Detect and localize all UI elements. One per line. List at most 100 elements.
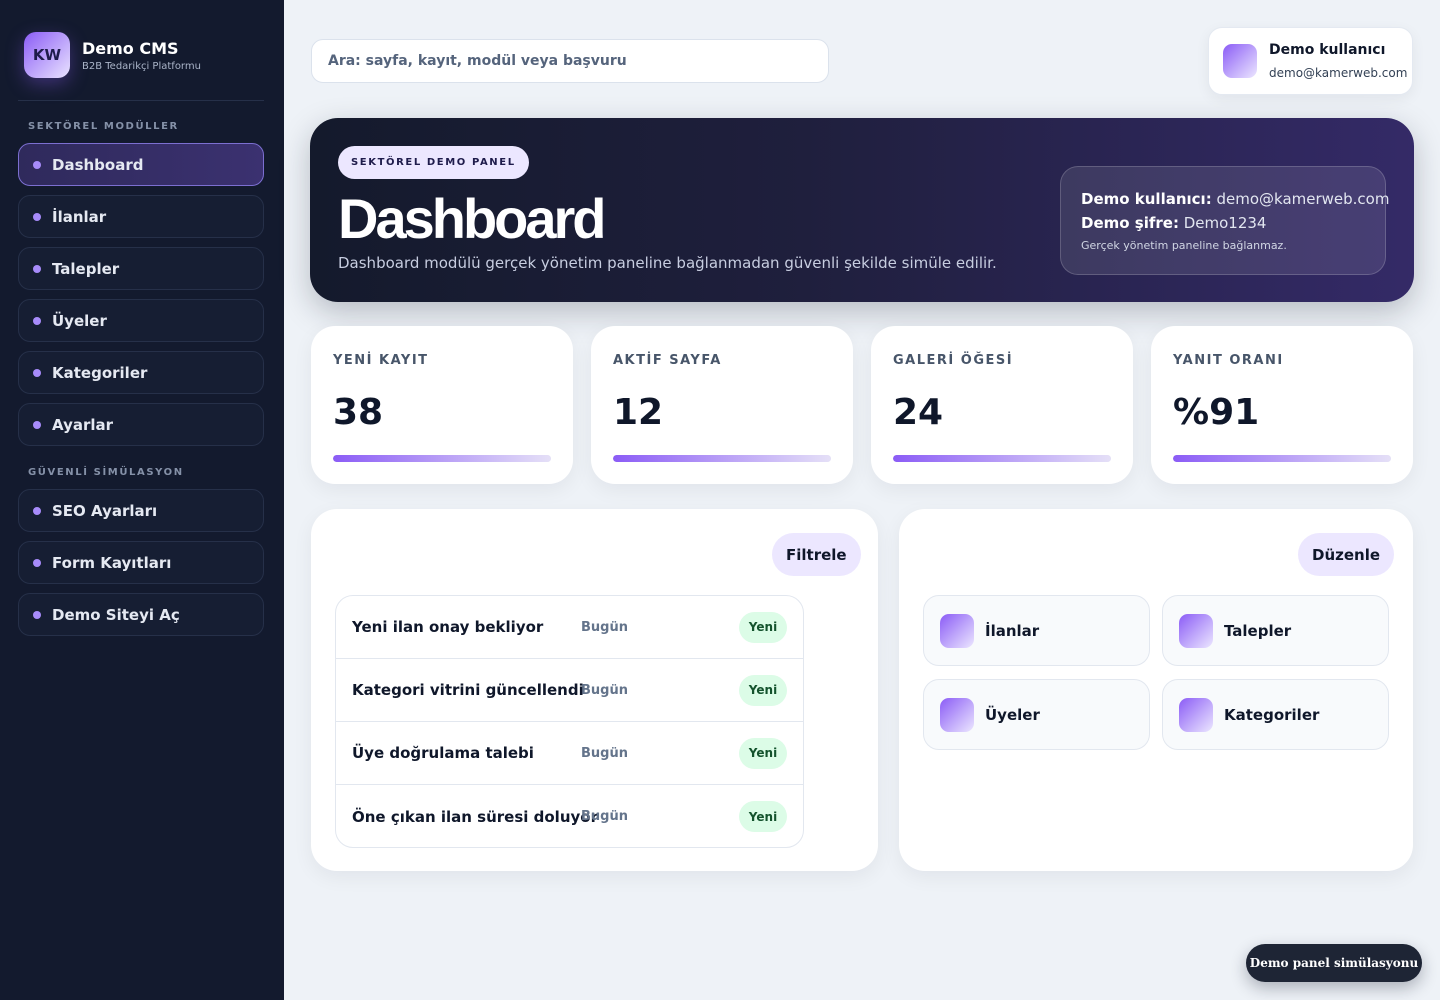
module-icon	[1179, 613, 1213, 648]
demo-note: Gerçek yönetim paneline bağlanmaz.	[1081, 239, 1287, 252]
sidebar-item-ayarlar[interactable]: Ayarlar	[18, 403, 264, 446]
list-item-title: Yeni ilan onay bekliyor	[352, 618, 544, 636]
sidebar-item-uyeler[interactable]: Üyeler	[18, 299, 264, 342]
list-item-date: Bugün	[581, 809, 628, 824]
demo-simulation-badge[interactable]: Demo panel simülasyonu	[1246, 944, 1422, 982]
brand-logo: KW	[24, 32, 70, 78]
module-icon	[940, 697, 974, 732]
demo-password-value: Demo1234	[1183, 214, 1267, 232]
demo-credentials-box: Demo kullanıcı: demo@kamerweb.com Demo ş…	[1060, 166, 1389, 275]
search-box[interactable]	[311, 39, 829, 83]
sidebar-item-label: Dashboard	[52, 155, 144, 174]
shortcut-label: Kategoriler	[1224, 705, 1320, 724]
brand: KW Demo CMS B2B Tedarikçi Platformu	[24, 32, 201, 78]
shortcut-label: Talepler	[1224, 621, 1292, 640]
sidebar-item-label: Demo Siteyi Aç	[52, 605, 180, 624]
list-item-date: Bugün	[581, 682, 628, 698]
shortcuts-panel: Düzenle İlanlar Talepler Üyeler Kategori…	[899, 509, 1413, 871]
bullet-icon	[33, 368, 41, 377]
sidebar-item-talepler[interactable]: Talepler	[18, 247, 264, 290]
stat-value: 38	[333, 392, 384, 433]
page-title: Dashboard	[338, 187, 606, 250]
sidebar: KW Demo CMS B2B Tedarikçi Platformu SEKT…	[0, 0, 284, 1000]
status-badge: Yeni	[739, 801, 787, 832]
shortcut-tile-ilanlar[interactable]: İlanlar	[923, 595, 1150, 666]
stat-progress-fill	[613, 455, 831, 462]
user-email: demo@kamerweb.com	[1269, 66, 1408, 80]
list-item[interactable]: Kategori vitrini güncellendi Bugün Yeni	[336, 659, 803, 722]
stat-progress-fill	[893, 455, 1111, 462]
avatar	[1223, 44, 1257, 78]
shortcut-tile-kategoriler[interactable]: Kategoriler	[1162, 679, 1389, 750]
stat-card-gallery-items: GALERİ ÖĞESİ 24	[871, 326, 1133, 484]
bullet-icon	[33, 610, 41, 619]
sidebar-item-open-demo-site[interactable]: Demo Siteyi Aç	[18, 593, 264, 636]
sidebar-item-label: Kategoriler	[52, 363, 148, 382]
list-item-date: Bugün	[581, 619, 628, 635]
activity-panel: Filtrele Yeni ilan onay bekliyor Bugün Y…	[311, 509, 878, 871]
search-input[interactable]	[328, 53, 808, 69]
shortcut-tile-talepler[interactable]: Talepler	[1162, 595, 1389, 666]
stat-card-new-records: YENİ KAYIT 38	[311, 326, 573, 484]
module-icon	[940, 613, 974, 648]
list-item-title: Öne çıkan ilan süresi doluyor	[352, 807, 598, 826]
stat-label: AKTİF SAYFA	[613, 353, 722, 368]
stat-value: 12	[613, 392, 664, 433]
edit-button[interactable]: Düzenle	[1298, 533, 1395, 576]
demo-password-label: Demo şifre:	[1081, 214, 1179, 232]
sidebar-item-ilanlar[interactable]: İlanlar	[18, 195, 264, 238]
stat-value: %91	[1173, 392, 1260, 433]
sidebar-item-seo-settings[interactable]: SEO Ayarları	[18, 489, 264, 532]
status-badge: Yeni	[739, 611, 787, 643]
bullet-icon	[33, 160, 41, 169]
list-item[interactable]: Öne çıkan ilan süresi doluyor Bugün Yeni	[336, 785, 803, 847]
status-badge: Yeni	[739, 737, 787, 769]
shortcut-label: İlanlar	[985, 621, 1040, 640]
bullet-icon	[33, 264, 41, 273]
brand-subtitle: B2B Tedarikçi Platformu	[82, 60, 201, 72]
bullet-icon	[33, 558, 41, 567]
sidebar-item-label: Ayarlar	[52, 415, 114, 434]
sidebar-divider	[18, 100, 264, 101]
list-item-title: Kategori vitrini güncellendi	[352, 681, 584, 699]
bullet-icon	[33, 506, 41, 515]
bullet-icon	[33, 420, 41, 429]
bullet-icon	[33, 316, 41, 325]
user-menu[interactable]: Demo kullanıcı demo@kamerweb.com	[1208, 27, 1413, 95]
stat-label: YANIT ORANI	[1173, 353, 1284, 368]
sidebar-item-kategoriler[interactable]: Kategoriler	[18, 351, 264, 394]
sidebar-item-label: İlanlar	[52, 207, 107, 226]
list-item-title: Üye doğrulama talebi	[352, 744, 534, 762]
list-item-date: Bugün	[581, 745, 628, 761]
demo-user-line: Demo kullanıcı: demo@kamerweb.com	[1081, 187, 1389, 211]
demo-password-line: Demo şifre: Demo1234	[1081, 211, 1365, 235]
stat-progress-bar	[1173, 455, 1391, 462]
list-item[interactable]: Yeni ilan onay bekliyor Bugün Yeni	[336, 596, 803, 659]
sidebar-section-title-modules: SEKTÖREL MODÜLLER	[28, 121, 179, 132]
shortcut-tile-uyeler[interactable]: Üyeler	[923, 679, 1150, 750]
sidebar-section-title-simulation: GÜVENLİ SİMÜLASYON	[28, 467, 184, 478]
activity-list: Yeni ilan onay bekliyor Bugün Yeni Kateg…	[335, 595, 804, 848]
stat-progress-fill	[1173, 455, 1391, 462]
sidebar-item-dashboard[interactable]: Dashboard	[18, 143, 264, 186]
demo-user-label: Demo kullanıcı:	[1081, 190, 1212, 208]
stat-progress-bar	[893, 455, 1111, 462]
brand-text: Demo CMS B2B Tedarikçi Platformu	[82, 39, 201, 72]
hero-banner: SEKTÖREL DEMO PANEL Dashboard Dashboard …	[310, 118, 1414, 302]
filter-button[interactable]: Filtrele	[772, 533, 861, 576]
stat-progress-fill	[333, 455, 551, 462]
stat-label: YENİ KAYIT	[333, 353, 429, 368]
stat-progress-bar	[333, 455, 551, 462]
list-item[interactable]: Üye doğrulama talebi Bugün Yeni	[336, 722, 803, 785]
bullet-icon	[33, 212, 41, 221]
sidebar-item-label: Form Kayıtları	[52, 553, 172, 572]
sidebar-item-form-records[interactable]: Form Kayıtları	[18, 541, 264, 584]
user-info: Demo kullanıcı demo@kamerweb.com	[1269, 42, 1407, 80]
stat-progress-bar	[613, 455, 831, 462]
sidebar-item-label: SEO Ayarları	[52, 501, 158, 520]
demo-user-value: demo@kamerweb.com	[1216, 190, 1390, 208]
sidebar-item-label: Üyeler	[52, 311, 107, 330]
brand-name: Demo CMS	[82, 38, 179, 58]
shortcut-label: Üyeler	[985, 705, 1040, 724]
hero-description: Dashboard modülü gerçek yönetim paneline…	[338, 254, 997, 272]
